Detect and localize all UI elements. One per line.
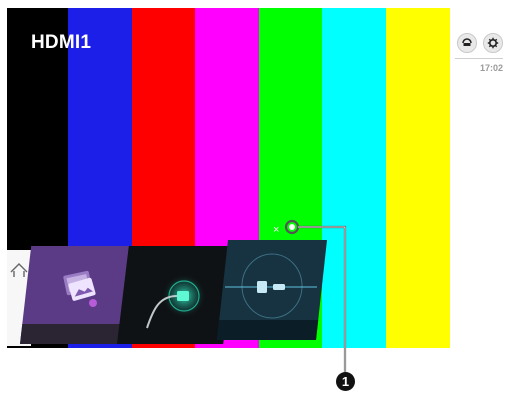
- status-divider: [455, 58, 503, 59]
- callout-marker: 1: [336, 372, 355, 391]
- callout-line: [284, 219, 347, 372]
- settings-button[interactable]: [483, 33, 503, 53]
- input-icon: [462, 38, 472, 46]
- clock: 17:02: [479, 63, 503, 73]
- input-button[interactable]: [457, 33, 477, 53]
- settings-icon: [487, 37, 499, 49]
